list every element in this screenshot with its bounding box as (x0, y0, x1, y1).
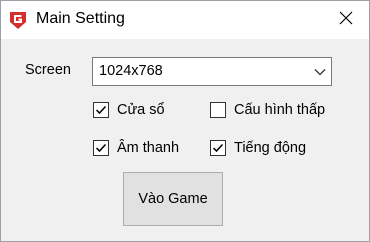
checkbox-box[interactable] (210, 140, 226, 156)
checkbox-music-label: Âm thanh (117, 140, 180, 156)
checkbox-box[interactable] (93, 102, 109, 118)
checkbox-sound-effects-label: Tiếng động (234, 140, 307, 156)
checkbox-windowed-label: Cửa sổ (117, 102, 165, 118)
gamepad-shield-icon (8, 10, 28, 30)
title-bar: Main Setting (1, 1, 369, 39)
enter-game-button[interactable]: Vào Game (123, 172, 223, 226)
checkbox-sound-effects[interactable]: Tiếng động (210, 140, 306, 156)
checkbox-box[interactable] (93, 140, 109, 156)
checkbox-music[interactable]: Âm thanh (93, 140, 179, 156)
checkbox-low-config[interactable]: Cấu hình thấp (210, 102, 325, 118)
chevron-down-icon[interactable] (313, 65, 327, 79)
screen-label: Screen (25, 62, 71, 78)
screen-resolution-value: 1024x768 (99, 63, 163, 79)
window-title: Main Setting (36, 10, 125, 27)
main-setting-window: Main Setting Screen 1024x768 Cửa sổ Cấu … (0, 0, 370, 242)
checkbox-low-config-label: Cấu hình thấp (234, 102, 326, 118)
close-button[interactable] (323, 1, 369, 39)
screen-resolution-select[interactable]: 1024x768 (92, 57, 332, 86)
checkbox-box[interactable] (210, 102, 226, 118)
checkbox-windowed[interactable]: Cửa sổ (93, 102, 165, 118)
close-icon (339, 11, 353, 30)
